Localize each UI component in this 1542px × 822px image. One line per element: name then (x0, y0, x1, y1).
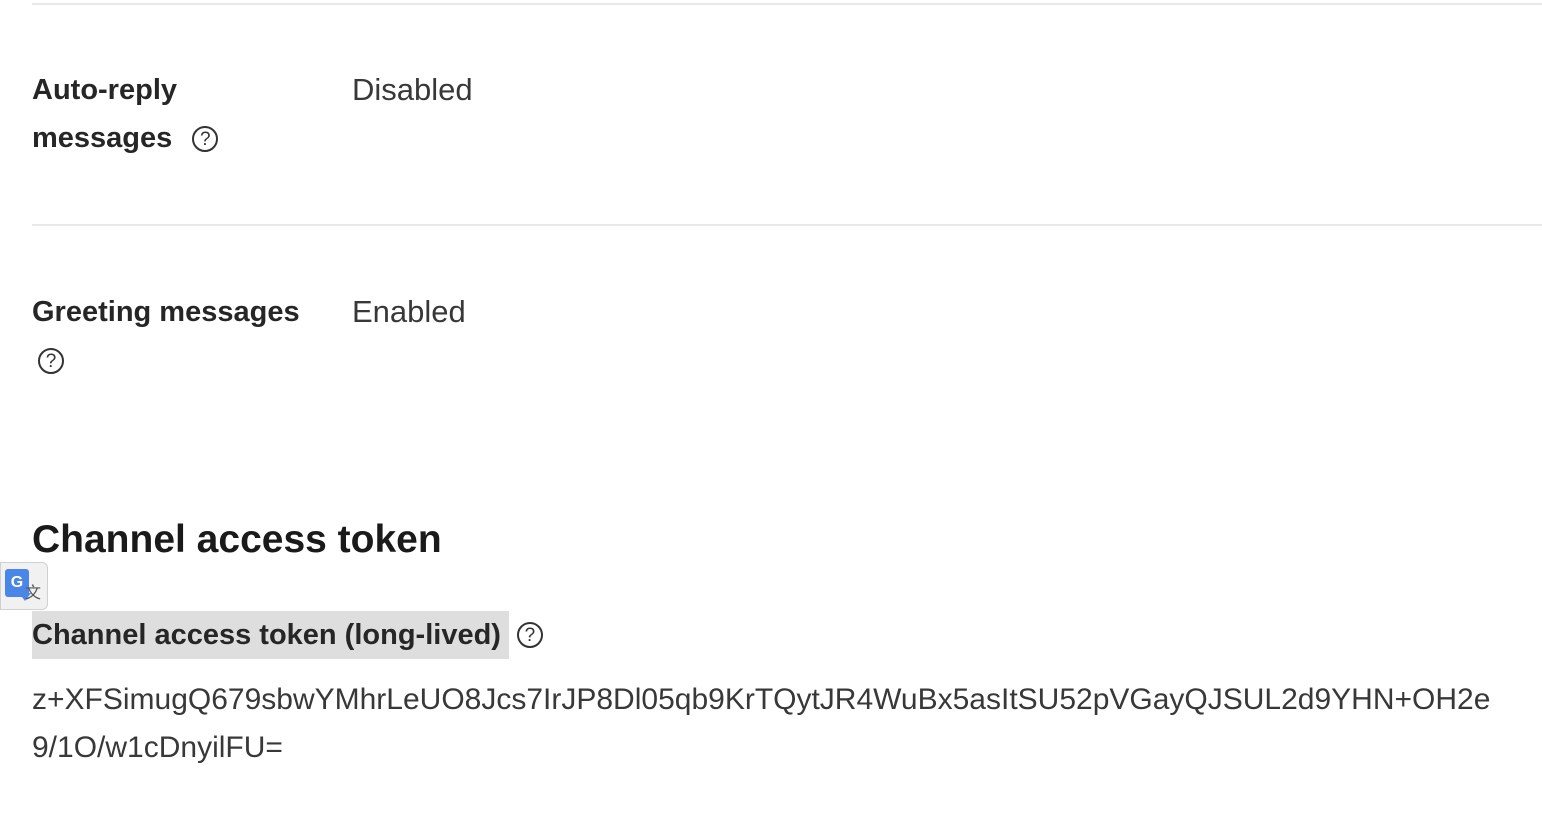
greeting-value: Enabled (352, 294, 466, 329)
long-lived-token-label-row: Channel access token (long-lived) ? (32, 611, 543, 659)
channel-access-token-value[interactable]: z+XFSimugQ679sbwYMhrLeUO8Jcs7IrJP8Dl05qb… (32, 676, 1542, 772)
auto-reply-label-line1: Auto-reply (32, 74, 177, 106)
row-divider (32, 224, 1542, 226)
section-title-channel-access-token: Channel access token (32, 518, 442, 561)
long-lived-token-label: Channel access token (long-lived) (32, 611, 509, 659)
token-value-line1: z+XFSimugQ679sbwYMhrLeUO8Jcs7IrJP8Dl05qb… (32, 683, 1491, 716)
auto-reply-value: Disabled (352, 72, 473, 107)
auto-reply-label-line2: messages (32, 122, 173, 154)
greeting-label: Greeting messages ? (32, 288, 322, 384)
auto-reply-label: Auto-reply messages ? (32, 66, 322, 162)
google-translate-icon[interactable]: G 文 (0, 562, 48, 610)
token-value-line2: 9/1O/w1cDnyilFU= (32, 731, 283, 764)
greeting-help-icon[interactable]: ? (38, 348, 64, 375)
line-channel-settings-page: Auto-reply messages ? Disabled Greeting … (0, 0, 1542, 822)
top-divider (32, 3, 1542, 5)
translate-zh-glyph: 文 (25, 583, 42, 602)
auto-reply-help-icon[interactable]: ? (192, 126, 219, 153)
long-lived-token-help-icon[interactable]: ? (516, 622, 543, 648)
greeting-label-text: Greeting messages (32, 296, 300, 328)
